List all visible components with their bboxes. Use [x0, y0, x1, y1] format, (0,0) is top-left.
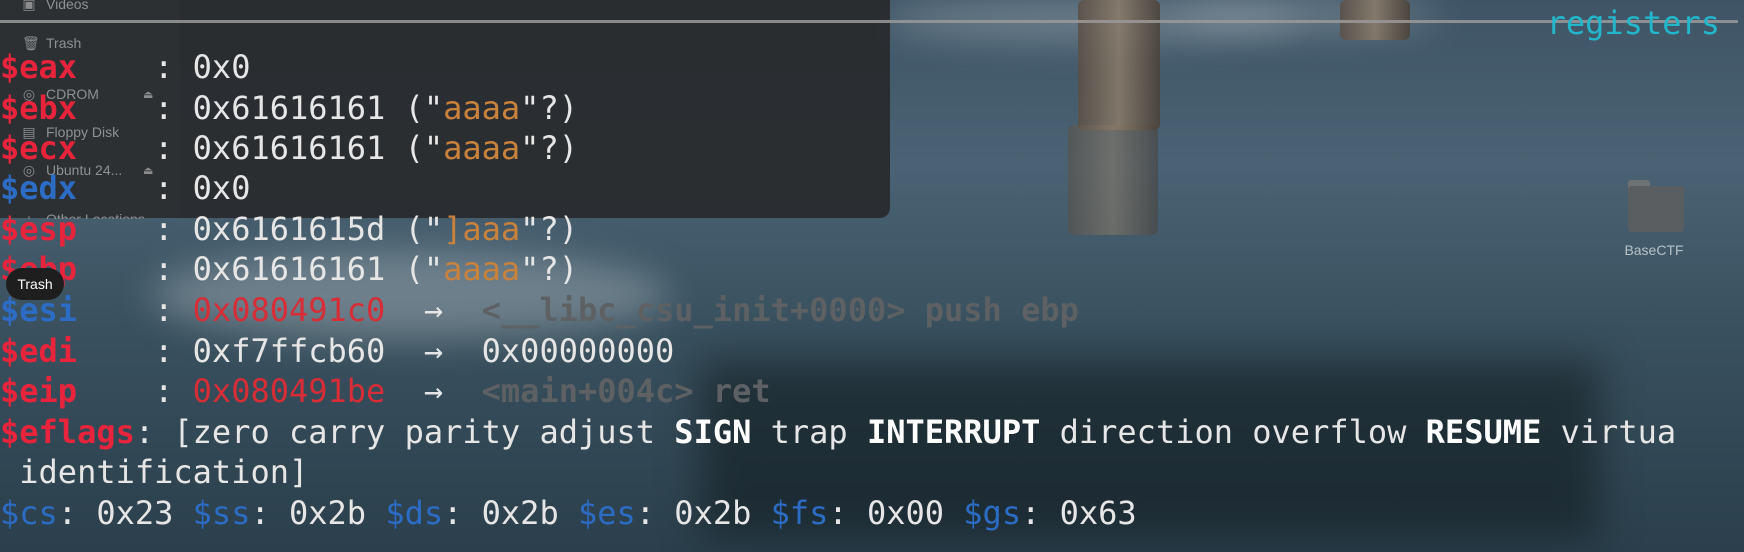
- register-row: $edi : 0xf7ffcb60 → 0x00000000: [0, 332, 675, 370]
- folder-icon[interactable]: [1628, 180, 1684, 232]
- sidebar-item-videos[interactable]: ▣ Videos: [22, 0, 88, 13]
- trash-tooltip: Trash: [6, 268, 64, 300]
- eflags-row-continued: identification]: [19, 453, 309, 491]
- registers-section-title: registers: [1546, 4, 1720, 42]
- register-row: $eax : 0x0: [0, 48, 251, 86]
- register-row: $esi : 0x080491c0 → <__libc_csu_init+000…: [0, 291, 1079, 329]
- register-row: $ecx : 0x61616161 ("aaaa"?): [0, 129, 578, 167]
- register-row: $ebx : 0x61616161 ("aaaa"?): [0, 89, 578, 127]
- segment-registers-row: $cs: 0x23 $ss: 0x2b $ds: 0x2b $es: 0x2b …: [0, 494, 1137, 532]
- eflags-row: $eflags: [zero carry parity adjust SIGN …: [0, 413, 1677, 451]
- video-icon: ▣: [22, 0, 36, 12]
- wallpaper-post-reflection: [1068, 125, 1158, 235]
- register-row: $eip : 0x080491be → <main+004c> ret: [0, 372, 771, 410]
- section-divider: [0, 20, 1738, 23]
- desktop-folder-label[interactable]: BaseCTF: [1604, 242, 1704, 258]
- register-row: $edx : 0x0: [0, 169, 251, 207]
- register-row: $esp : 0x6161615d ("]aaa"?): [0, 210, 578, 248]
- register-row: $ebp : 0x61616161 ("aaaa"?): [0, 250, 578, 288]
